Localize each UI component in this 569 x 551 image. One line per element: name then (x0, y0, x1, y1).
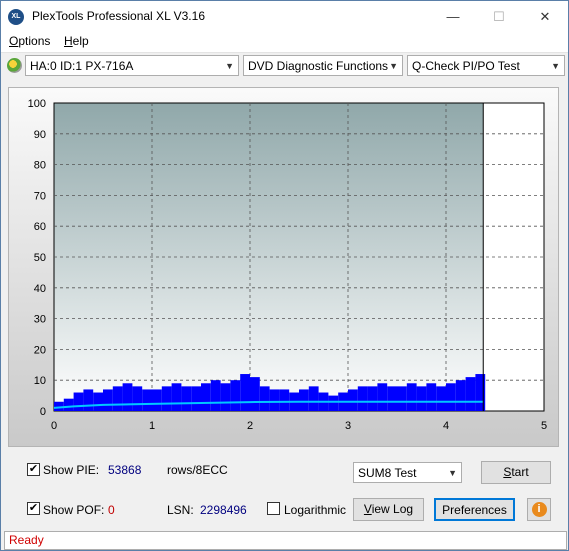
pi-bar (436, 386, 446, 411)
chevron-down-icon: ▼ (389, 61, 398, 71)
pi-bar (269, 389, 280, 411)
x-tick-label: 3 (345, 420, 351, 432)
pi-bar (348, 389, 358, 411)
pi-bar (367, 386, 378, 411)
y-tick-label: 40 (34, 283, 46, 295)
start-button[interactable]: Start (481, 461, 551, 484)
y-tick-label: 50 (34, 252, 46, 264)
check-icon: ✔ (27, 502, 40, 515)
chevron-down-icon: ▼ (448, 468, 457, 478)
sum8-select[interactable]: SUM8 Test ▼ (353, 462, 462, 483)
y-tick-label: 70 (34, 190, 46, 202)
y-tick-label: 30 (34, 314, 46, 326)
pi-bar (426, 383, 437, 411)
preferences-button[interactable]: Preferences (434, 498, 515, 521)
pi-bar (63, 398, 74, 411)
checkbox-box (267, 502, 280, 515)
pi-bar (455, 380, 466, 411)
y-tick-label: 100 (28, 98, 46, 110)
pi-bar (210, 380, 221, 411)
menu-bar: Options Help (1, 32, 568, 53)
pi-bar (73, 392, 84, 411)
x-tick-label: 0 (51, 420, 57, 432)
pi-bar (171, 383, 182, 411)
x-tick-label: 4 (443, 420, 449, 432)
pi-bar (122, 383, 133, 411)
pi-bar (279, 389, 290, 411)
pi-po-chart: 0 10 20 30 40 50 60 70 80 90 100 0 1 2 3 4 5 (28, 98, 547, 432)
pi-bar (132, 386, 143, 411)
pi-bar (299, 389, 309, 411)
show-pie-label: Show PIE: (43, 463, 100, 477)
y-tick-label: 80 (34, 160, 46, 172)
pi-bar (161, 386, 172, 411)
chevron-down-icon: ▼ (225, 61, 234, 71)
menu-help[interactable]: Help (64, 34, 89, 48)
info-icon: i (531, 502, 547, 517)
chart-panel: 0 10 20 30 40 50 60 70 80 90 100 0 1 2 3 4 5 (8, 87, 559, 447)
logarithmic-label: Logarithmic (284, 503, 347, 517)
chevron-down-icon: ▼ (551, 61, 560, 71)
pi-bar (397, 386, 407, 411)
pi-bar (181, 386, 192, 411)
pi-bar (357, 386, 368, 411)
drive-select[interactable]: HA:0 ID:1 PX-716A ▼ (25, 55, 239, 76)
pi-bar (191, 386, 201, 411)
app-logo-icon: XL (8, 9, 24, 25)
pi-bar (83, 389, 94, 411)
test-select[interactable]: Q-Check PI/PO Test ▼ (407, 55, 565, 76)
check-icon: ✔ (27, 463, 40, 476)
pi-bar (142, 389, 152, 411)
pi-bar (220, 383, 231, 411)
title-bar: XL PlexTools Professional XL V3.16 — ☐ ✕ (1, 1, 568, 32)
close-button[interactable]: ✕ (522, 1, 568, 32)
pi-bar (250, 377, 260, 411)
y-tick-label: 60 (34, 221, 46, 233)
pi-bar (416, 386, 427, 411)
status-text: Ready (9, 533, 44, 547)
y-tick-label: 90 (34, 129, 46, 141)
x-tick-label: 2 (247, 420, 253, 432)
pi-bar (308, 386, 319, 411)
pie-value: 53868 (108, 463, 142, 477)
toolbar: HA:0 ID:1 PX-716A ▼ DVD Diagnostic Functi… (1, 53, 568, 81)
minimize-button[interactable]: — (430, 1, 476, 32)
x-tick-label: 5 (541, 420, 547, 432)
drive-icon (7, 58, 22, 73)
pi-bar (112, 386, 123, 411)
pi-bar (406, 383, 417, 411)
window-title: PlexTools Professional XL V3.16 (32, 9, 205, 23)
info-button[interactable]: i (527, 498, 551, 521)
pi-bar (259, 386, 270, 411)
function-select[interactable]: DVD Diagnostic Functions ▼ (243, 55, 403, 76)
pi-bar (230, 380, 241, 411)
pi-bar (387, 386, 397, 411)
pi-bar (446, 383, 456, 411)
pi-bar (93, 392, 103, 411)
pi-bar (328, 395, 339, 411)
pi-bar (152, 389, 162, 411)
show-pof-label: Show POF: (43, 503, 105, 517)
lsn-value: 2298496 (200, 503, 247, 517)
pie-unit: rows/8ECC (167, 463, 228, 477)
status-bar: Ready (4, 531, 567, 550)
view-log-button[interactable]: View Log (353, 498, 424, 521)
menu-options[interactable]: Options (9, 34, 50, 48)
pi-bar (103, 389, 113, 411)
y-tick-label: 0 (40, 406, 46, 418)
maximize-button[interactable]: ☐ (476, 1, 522, 32)
pi-bar (201, 383, 211, 411)
x-tick-label: 1 (149, 420, 155, 432)
pof-value: 0 (108, 503, 115, 517)
y-tick-label: 10 (34, 375, 46, 387)
y-tick-label: 20 (34, 344, 46, 356)
pi-bar (377, 383, 388, 411)
pi-bar (240, 374, 250, 411)
plot-area (54, 103, 484, 411)
app-window: XL PlexTools Professional XL V3.16 — ☐ ✕… (0, 0, 569, 551)
pi-bar (465, 377, 476, 411)
lsn-label: LSN: (167, 503, 194, 517)
